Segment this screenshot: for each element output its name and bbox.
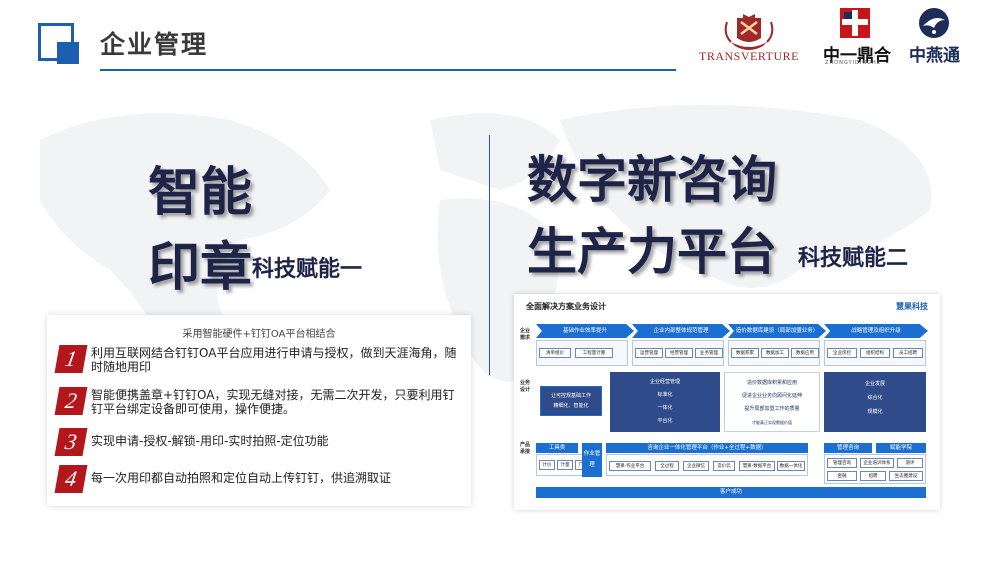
phase-arrow: 基础作业效率提升 bbox=[536, 324, 634, 338]
need-chip: 组织结构 bbox=[860, 348, 890, 358]
solution-design-diagram: 全面解决方案业务设计 慧果科技 企业需求 业务设计 产品承接 基础作业效率提升 … bbox=[514, 294, 940, 510]
platform-chip: 造价云 bbox=[713, 461, 735, 471]
design-block: 企业发展 综合化 规模化 bbox=[824, 372, 926, 432]
platform-chip: 慧果-数据平台 bbox=[739, 461, 775, 471]
left-headline-line2: 印章 bbox=[148, 237, 253, 298]
platform-chip: 数据一体化 bbox=[777, 461, 805, 471]
need-chip: 数据加工 bbox=[761, 348, 789, 358]
zhongyantong-logo-text: 中燕通 bbox=[909, 46, 960, 66]
mgmt-chip: 企业培训体系 bbox=[860, 458, 894, 468]
design-text: 综合化 bbox=[867, 395, 883, 401]
design-text: 促进企业业务向顾问化延伸 bbox=[741, 393, 802, 399]
design-text: 造价数据库积累和应用 bbox=[746, 380, 797, 386]
item-text: 利用互联网结合钉钉OA平台应用进行申请与授权，做到天涯海角，随时随地用印 bbox=[91, 346, 457, 374]
mgmt-chip: 管理咨询 bbox=[827, 458, 857, 468]
mgmt-box: 管理咨询 企业培训体系 测评 金融 招聘 生态圈建设 bbox=[824, 454, 926, 484]
page-title: 企业管理 bbox=[100, 30, 209, 59]
tool-chip: 计价 bbox=[539, 460, 555, 470]
mgmt-label: 管理咨询 bbox=[824, 443, 872, 453]
need-chip: 运营管理 bbox=[635, 348, 663, 358]
design-text: 一体化 bbox=[657, 405, 673, 411]
design-text: 规模化 bbox=[867, 409, 883, 415]
needs-box: 企业风控 组织结构 员工招聘 bbox=[824, 340, 926, 366]
left-subtitle: 科技赋能一 bbox=[252, 256, 363, 282]
item-text: 每一次用印都自动拍照和定位自动上传钉钉，供追溯取证 bbox=[91, 471, 392, 485]
need-chip: 企业风控 bbox=[827, 348, 857, 358]
feature-item: 1 利用互联网结合钉钉OA平台应用进行申请与授权，做到天涯海角，随时随地用印 bbox=[54, 345, 467, 381]
phase-arrow: 造价数据库建设（局部加盟业务） bbox=[728, 324, 826, 338]
need-chip: 工程量计算 bbox=[575, 348, 613, 358]
transverture-logo bbox=[724, 14, 774, 50]
seal-feature-card: 采用智能硬件+钉钉OA平台相结合 1 利用互联网结合钉钉OA平台应用进行申请与授… bbox=[47, 315, 471, 506]
header-square-fill bbox=[57, 42, 79, 64]
feature-item: 3 实现申请-授权-解锁-用印-实时拍照-定位功能 bbox=[54, 428, 467, 458]
item-text: 实现申请-授权-解锁-用印-实时拍照-定位功能 bbox=[91, 434, 329, 448]
zhongyantong-logo bbox=[919, 8, 949, 38]
mgmt-chip: 金融 bbox=[827, 471, 857, 481]
mgmt-chip: 招聘 bbox=[860, 471, 886, 481]
side-label-enterprise-needs: 企业需求 bbox=[519, 328, 530, 341]
right-subtitle: 科技赋能二 bbox=[798, 245, 909, 271]
design-block: 让可控规基础工作 精细化、智能化 bbox=[536, 372, 606, 432]
design-text: 平台化 bbox=[657, 418, 673, 424]
item-number-badge: 1 bbox=[54, 345, 88, 373]
design-text: 让可控规基础工作 bbox=[550, 393, 591, 399]
design-text: 提升局部加盟工作的质量 bbox=[744, 406, 800, 412]
needs-box: 清单组价 工程量计算 bbox=[536, 340, 628, 366]
item-number-badge: 2 bbox=[54, 387, 88, 415]
phase-arrow: 企业内部整体规范管理 bbox=[632, 324, 730, 338]
diagram-brand: 慧果科技 bbox=[896, 302, 928, 311]
need-chip: 经营管理 bbox=[665, 348, 693, 358]
vertical-divider bbox=[489, 135, 490, 375]
need-chip: 数据积累 bbox=[731, 348, 759, 358]
side-label-product: 产品承接 bbox=[519, 442, 530, 455]
item-number-badge: 3 bbox=[54, 428, 88, 456]
right-headline-line1: 数字新咨询 bbox=[527, 150, 777, 209]
platform-label: 咨询企业一体化管理平台（作业+全过程+数据） bbox=[606, 443, 808, 453]
mgmt-chip: 测评 bbox=[897, 458, 923, 468]
mgmt-chip: 生态圈建设 bbox=[889, 471, 923, 481]
diagram-title: 全面解决方案业务设计 bbox=[526, 302, 606, 311]
item-text: 智能便携盖章+钉钉OA，实现无缝对接，无需二次开发，只要利用钉钉平台绑定设备即可… bbox=[91, 388, 455, 416]
platform-chip: 企业微信 bbox=[683, 461, 709, 471]
design-text: 企业经营管理 bbox=[649, 379, 680, 385]
design-text: 精细化、智能化 bbox=[553, 403, 589, 409]
design-text: 企业发展 bbox=[864, 381, 885, 387]
edu-label: 赋能学院 bbox=[876, 443, 926, 453]
need-chip: 清单组价 bbox=[539, 348, 571, 358]
needs-box: 数据积累 数据加工 数据应用 bbox=[728, 340, 820, 366]
zhongyi-logo-subtext: ZHONGYIDINGHE bbox=[825, 60, 881, 66]
left-headline-line1: 智能 bbox=[148, 162, 253, 223]
ops-label: 作业管理 bbox=[582, 443, 602, 477]
needs-box: 运营管理 经营管理 业务管理 bbox=[632, 340, 724, 366]
design-text: 标准化 bbox=[657, 392, 673, 398]
tool-chip: 计量 bbox=[557, 460, 573, 470]
header-divider bbox=[100, 69, 676, 71]
platform-chip: 全过程 bbox=[655, 461, 679, 471]
platform-box: 慧果-作业平台 全过程 企业微信 造价云 慧果-数据平台 数据一体化 bbox=[606, 454, 808, 476]
feature-item: 4 每一次用印都自动拍照和定位自动上传钉钉，供追溯取证 bbox=[54, 465, 467, 495]
design-block: 企业经营管理 标准化 一体化 平台化 bbox=[610, 372, 720, 432]
tools-label: 工具类 bbox=[536, 443, 578, 453]
phase-arrow: 战略管理及组织升级 bbox=[824, 324, 928, 338]
side-label-business-design: 业务设计 bbox=[519, 380, 530, 393]
need-chip: 员工招聘 bbox=[893, 348, 923, 358]
need-chip: 业务管理 bbox=[695, 348, 723, 358]
card-heading: 采用智能硬件+钉钉OA平台相结合 bbox=[182, 329, 336, 340]
transverture-logo-text: TRANSVERTURE bbox=[699, 49, 799, 63]
zhongyi-logo bbox=[840, 8, 870, 38]
feature-item: 2 智能便携盖章+钉钉OA，实现无缝对接，无需二次开发，只要利用钉钉平台绑定设备… bbox=[54, 387, 467, 423]
right-headline-line2: 生产力平台 bbox=[527, 222, 777, 281]
design-text: 才能真正实现数据价值 bbox=[752, 420, 792, 425]
design-block: 造价数据库积累和应用 促进企业业务向顾问化延伸 提升局部加盟工作的质量 才能真正… bbox=[724, 372, 820, 432]
item-number-badge: 4 bbox=[54, 465, 88, 493]
platform-chip: 慧果-作业平台 bbox=[609, 461, 651, 471]
customer-success-bar: 客户成功 bbox=[536, 487, 926, 498]
need-chip: 数据应用 bbox=[791, 348, 819, 358]
